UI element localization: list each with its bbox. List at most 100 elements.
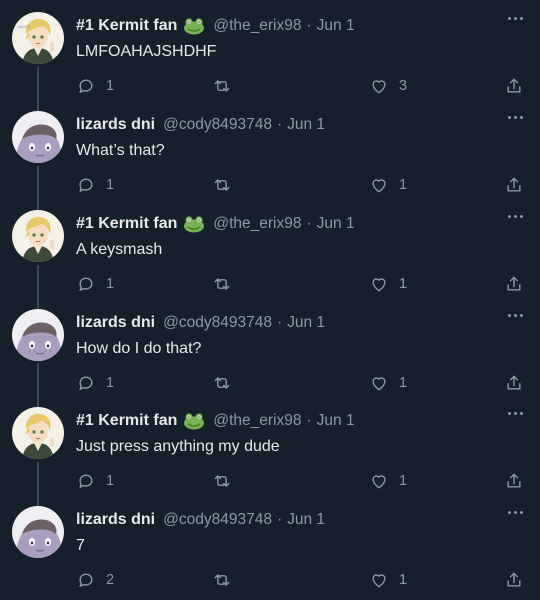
conversation-thread: ADIOS #1 Kermit fan @the_erix98 · Jun 1 …	[0, 0, 540, 600]
more-icon[interactable]	[504, 405, 526, 421]
more-icon[interactable]	[504, 504, 526, 520]
reply-count: 1	[106, 473, 115, 489]
share-button[interactable]	[504, 273, 524, 295]
tweet[interactable]: #1 Kermit fan @the_erix98 · Jun 1 Just p…	[0, 363, 540, 507]
reply-button[interactable]: 1	[76, 75, 114, 97]
reply-button[interactable]: 1	[76, 273, 114, 295]
user-handle[interactable]: @the_erix98	[213, 412, 301, 430]
heart-icon	[372, 278, 386, 292]
reply-button[interactable]: 1	[76, 470, 114, 492]
tweet-date[interactable]: Jun 1	[317, 215, 355, 233]
like-button[interactable]: 1	[369, 372, 407, 394]
tweet-actions: 1 3	[0, 75, 540, 97]
tweet[interactable]: ADIOS #1 Kermit fan @the_erix98 · Jun 1 …	[0, 1, 540, 112]
avatar-lizards-dni[interactable]	[12, 506, 64, 558]
like-count: 1	[399, 572, 408, 588]
share-button[interactable]	[504, 470, 524, 492]
display-name[interactable]: #1 Kermit fan	[76, 215, 177, 233]
tweet-date[interactable]: Jun 1	[317, 17, 355, 35]
display-name[interactable]: lizards dni	[76, 511, 155, 529]
share-icon	[507, 375, 521, 390]
retweet-button[interactable]	[212, 75, 242, 97]
display-name[interactable]: lizards dni	[76, 314, 155, 332]
lizard-avatar-icon	[12, 111, 64, 163]
retweet-icon	[214, 377, 230, 389]
more-icon[interactable]	[504, 307, 526, 323]
reply-count: 1	[106, 276, 115, 292]
reply-icon	[79, 277, 93, 291]
tweet-date[interactable]: Jun 1	[317, 412, 355, 430]
retweet-button[interactable]	[212, 569, 242, 591]
share-button[interactable]	[504, 569, 524, 591]
share-button[interactable]	[504, 174, 524, 196]
heart-icon	[372, 377, 386, 391]
like-button[interactable]: 1	[369, 273, 407, 295]
tweet[interactable]: lizards dni @cody8493748 · Jun 1 7 2 1	[0, 462, 540, 594]
anime-boy-avatar-icon: ADIOS	[12, 12, 64, 64]
avatar-kermit-fan[interactable]: ADIOS	[12, 12, 64, 64]
user-handle[interactable]: @cody8493748	[163, 116, 272, 134]
frog-emoji-icon	[183, 215, 205, 233]
tweet-actions: 1 1	[0, 273, 540, 295]
more-icon[interactable]	[504, 109, 526, 125]
reply-count: 2	[106, 572, 115, 588]
tweet-text: How do I do that?	[76, 340, 202, 357]
more-icon[interactable]	[504, 10, 526, 26]
thread-connector-line	[37, 166, 39, 207]
avatar-kermit-fan[interactable]	[12, 210, 64, 262]
tweet-date[interactable]: Jun 1	[287, 314, 325, 332]
more-icon[interactable]	[504, 208, 526, 224]
separator-dot: ·	[276, 314, 283, 331]
reply-icon	[79, 573, 93, 587]
separator-dot: ·	[306, 215, 312, 232]
tweet-header: #1 Kermit fan @the_erix98 · Jun 1	[76, 15, 355, 37]
like-button[interactable]: 1	[369, 470, 407, 492]
display-name[interactable]: lizards dni	[76, 116, 155, 134]
tweet-actions: 1 1	[0, 470, 540, 492]
like-button[interactable]: 1	[369, 174, 407, 196]
tweet[interactable]: lizards dni @cody8493748 · Jun 1 How do …	[0, 265, 540, 409]
reply-button[interactable]: 1	[76, 174, 114, 196]
tweet[interactable]: #1 Kermit fan @the_erix98 · Jun 1 A keys…	[0, 166, 540, 310]
separator-dot: ·	[306, 412, 312, 429]
like-count: 1	[399, 177, 408, 193]
tweet-date[interactable]: Jun 1	[287, 511, 325, 529]
reply-button[interactable]: 1	[76, 372, 114, 394]
reply-button[interactable]: 2	[76, 569, 114, 591]
retweet-button[interactable]	[212, 372, 242, 394]
like-button[interactable]: 3	[369, 75, 407, 97]
tweet-date[interactable]: Jun 1	[287, 116, 325, 134]
heart-icon	[372, 475, 386, 489]
reply-icon	[79, 178, 93, 192]
tweet-text: LMFOAHAJSHDHF	[76, 43, 217, 60]
avatar-kermit-fan[interactable]	[12, 407, 64, 459]
avatar-lizards-dni[interactable]	[12, 309, 64, 361]
tweet-actions: 2 1	[0, 569, 540, 591]
share-icon	[507, 177, 521, 192]
tweet-actions: 1 1	[0, 372, 540, 394]
user-handle[interactable]: @cody8493748	[163, 511, 272, 529]
lizard-avatar-icon	[12, 309, 64, 361]
reply-count: 1	[106, 375, 115, 391]
retweet-button[interactable]	[212, 174, 242, 196]
retweet-button[interactable]	[212, 470, 242, 492]
like-button[interactable]: 1	[369, 569, 407, 591]
retweet-icon	[214, 179, 230, 191]
user-handle[interactable]: @cody8493748	[163, 314, 272, 332]
share-button[interactable]	[504, 75, 524, 97]
display-name[interactable]: #1 Kermit fan	[76, 412, 177, 430]
tweet-header: lizards dni @cody8493748 · Jun 1	[76, 114, 325, 136]
retweet-button[interactable]	[212, 273, 242, 295]
like-count: 1	[399, 473, 408, 489]
avatar-lizards-dni[interactable]	[12, 111, 64, 163]
share-icon	[507, 276, 521, 291]
user-handle[interactable]: @the_erix98	[213, 17, 301, 35]
retweet-icon	[214, 278, 230, 290]
tweet-text: What’s that?	[76, 142, 165, 159]
share-button[interactable]	[504, 372, 524, 394]
retweet-icon	[214, 574, 230, 586]
user-handle[interactable]: @the_erix98	[213, 215, 301, 233]
reply-icon	[79, 79, 93, 93]
display-name[interactable]: #1 Kermit fan	[76, 17, 177, 35]
tweet[interactable]: lizards dni @cody8493748 · Jun 1 What’s …	[0, 67, 540, 211]
